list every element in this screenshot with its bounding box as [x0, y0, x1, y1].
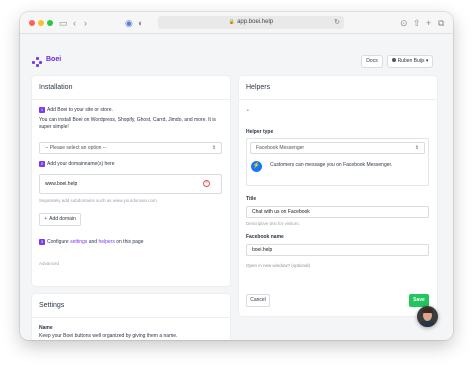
forward-icon[interactable]: ›	[84, 17, 87, 29]
helpers-link[interactable]: helpers	[98, 239, 114, 245]
advanced-toggle[interactable]: Advanced	[39, 261, 59, 266]
new-tab-icon[interactable]: +	[426, 17, 431, 29]
domain-input[interactable]: www.boei.help	[39, 174, 222, 194]
close-window-button[interactable]	[29, 20, 35, 26]
helper-bullet: •	[247, 108, 249, 114]
title-input[interactable]: Chat with us on Facebook	[246, 206, 429, 218]
step-3-prefix: Configure	[47, 239, 69, 245]
add-domain-label: Add domain	[49, 216, 76, 222]
plus-icon: +	[44, 216, 48, 222]
settings-card: Settings Name Keep your Boei buttons wel…	[32, 294, 230, 340]
facebook-name-input[interactable]: boei.help	[246, 244, 429, 256]
download-icon[interactable]: ⊙	[400, 17, 408, 29]
name-description: Keep your Boei buttons well organized by…	[39, 333, 178, 339]
step-1-label: Add Boei to your site or store.	[47, 107, 113, 113]
boei-logo-icon	[32, 57, 42, 67]
avatar-hair	[422, 308, 433, 313]
messenger-icon: ⚡	[251, 161, 262, 172]
step-3-mid: and	[88, 239, 98, 245]
user-menu-button[interactable]: Ruben Buijs ▾	[387, 55, 433, 68]
support-chat-avatar[interactable]	[417, 306, 438, 327]
helpers-title: Helpers	[239, 76, 437, 100]
user-name: Ruben Buijs	[397, 58, 425, 64]
avatar-shirt	[419, 321, 436, 327]
step-1-number: 1	[39, 107, 45, 113]
browser-window: ▭ ‹ › ◉ ◐ 🔒 app.boei.help ↻ ⊙ ⇧ + ⧉ Boei …	[20, 12, 453, 340]
messenger-description: Customers can message you on Facebook Me…	[270, 162, 393, 168]
helper-type-label: Helper type	[246, 129, 274, 135]
helper-type-select[interactable]: Facebook Messenger ⇕	[250, 142, 425, 154]
step-2: 2 Add your domainname(s) here	[39, 161, 115, 168]
tab-overview-icon[interactable]: ⧉	[438, 17, 444, 29]
domain-hint: Separately add subdomains such as www.yo…	[39, 198, 157, 203]
brand-name: Boei	[46, 56, 62, 63]
browser-titlebar: ▭ ‹ › ◉ ◐ 🔒 app.boei.help ↻ ⊙ ⇧ + ⧉	[20, 12, 453, 34]
sidebar-toggle-icon[interactable]: ▭	[59, 17, 68, 29]
step-3: 3 Configure settings and helpers on this …	[39, 239, 143, 246]
cancel-button[interactable]: Cancel	[246, 294, 270, 307]
reload-icon[interactable]: ↻	[334, 16, 340, 29]
helper-type-value: Facebook Messenger	[256, 145, 305, 151]
facebook-name-label: Facebook name	[246, 234, 284, 240]
installation-card: Installation 1 Add Boei to your site or s…	[32, 76, 230, 286]
step-3-suffix: on this page	[116, 239, 144, 245]
helpers-card: Helpers • Helper type Facebook Messenger…	[239, 76, 437, 316]
settings-link[interactable]: settings	[70, 239, 87, 245]
address-bar[interactable]: 🔒 app.boei.help ↻	[158, 16, 344, 29]
settings-title: Settings	[32, 294, 230, 318]
share-icon[interactable]: ⇧	[413, 17, 421, 29]
name-label: Name	[39, 325, 53, 331]
url-text: app.boei.help	[237, 19, 274, 25]
extension-icon[interactable]: ◉	[125, 17, 133, 29]
lock-icon: 🔒	[228, 19, 236, 25]
step-2-number: 2	[39, 161, 45, 167]
zoom-window-button[interactable]	[47, 20, 53, 26]
minimize-window-button[interactable]	[38, 20, 44, 26]
title-label: Title	[246, 196, 257, 202]
open-new-window-label: Open in new window?	[246, 263, 291, 268]
platform-select[interactable]: -- Please select an option -- ⇕	[39, 142, 222, 154]
step-1: 1 Add Boei to your site or store.	[39, 107, 113, 114]
step-2-label: Add your domainname(s) here	[47, 161, 115, 167]
installation-title: Installation	[32, 76, 230, 100]
add-domain-button[interactable]: + Add domain	[39, 213, 81, 226]
select-caret-icon: ⇕	[211, 145, 216, 151]
open-new-window-option[interactable]: Open in new window? (optional)	[246, 263, 310, 268]
back-icon[interactable]: ‹	[73, 17, 76, 29]
title-hint: Descriptive text for visitors.	[246, 221, 300, 226]
platform-select-value: -- Please select an option --	[45, 145, 107, 151]
helper-type-box: Facebook Messenger ⇕ ⚡ Customers can mes…	[246, 138, 429, 186]
app-header: Boei Docs Ruben Buijs ▾	[20, 34, 453, 82]
optional-label: (optional)	[291, 263, 311, 268]
user-avatar-icon	[391, 58, 396, 62]
step-3-number: 3	[39, 239, 45, 245]
docs-button[interactable]: Docs	[361, 55, 383, 68]
remove-domain-icon[interactable]: ×	[203, 180, 210, 187]
chevron-down-icon: ▾	[425, 58, 429, 64]
privacy-icon[interactable]: ◐	[138, 17, 143, 29]
select-caret-icon: ⇕	[414, 145, 419, 151]
step-1-description: You can install Boei on Wordpress, Shopi…	[39, 117, 216, 130]
